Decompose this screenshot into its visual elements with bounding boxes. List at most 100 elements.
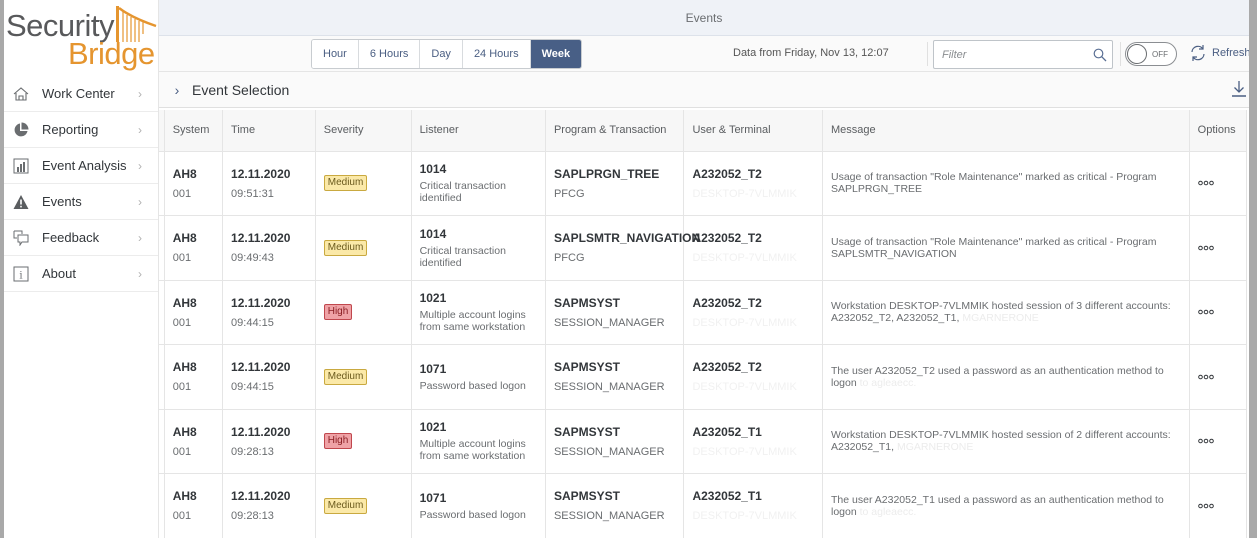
- sidebar-item-label: Event Analysis: [42, 158, 127, 173]
- expand-chevron-icon[interactable]: ›: [162, 82, 192, 98]
- sidebar-item-reporting[interactable]: Reporting ›: [4, 112, 158, 148]
- listener-description: Password based logon: [419, 379, 526, 392]
- search-icon[interactable]: [1088, 48, 1112, 62]
- system-cell: AH8 001: [164, 215, 224, 281]
- system-cell: AH8 001: [164, 409, 224, 474]
- user-cell: A232052_T1 DESKTOP-7VLMMIK: [683, 473, 823, 538]
- event-date: 12.11.2020: [231, 295, 291, 310]
- event-message: The user A232052_T2 used a password as a…: [831, 364, 1164, 389]
- refresh-label: Refresh: [1212, 47, 1251, 59]
- event-message: The user A232052_T1 used a password as a…: [831, 493, 1164, 518]
- column-header-message[interactable]: Message: [822, 110, 1190, 152]
- event-time: 09:49:43: [231, 252, 274, 265]
- table-row[interactable]: AH8 001 12.11.2020 09:44:15 High 1021 Mu…: [159, 280, 1248, 345]
- page-title: Events: [685, 10, 723, 25]
- listener-cell: 1014 Critical transaction identified: [411, 151, 546, 216]
- system-id: AH8: [172, 424, 197, 439]
- time-cell: 12.11.2020 09:28:13: [222, 473, 316, 538]
- more-options-icon[interactable]: [1197, 436, 1214, 447]
- table-row[interactable]: AH8 001 12.11.2020 09:51:31 Medium 1014 …: [159, 151, 1248, 216]
- options-cell: [1189, 215, 1248, 281]
- range-week-button[interactable]: Week: [530, 40, 582, 68]
- more-options-icon[interactable]: [1197, 501, 1214, 512]
- terminal-name: DESKTOP-7VLMMIK: [692, 187, 797, 200]
- program-cell: SAPMSYST SESSION_MANAGER: [545, 473, 685, 538]
- listener-description: Multiple account logins from same workst…: [419, 309, 526, 334]
- sidebar-item-event-analysis[interactable]: Event Analysis ›: [4, 148, 158, 184]
- more-options-icon[interactable]: [1197, 372, 1214, 383]
- listener-description: Critical transaction identified: [419, 244, 506, 269]
- terminal-name: DESKTOP-7VLMMIK: [692, 252, 797, 265]
- chevron-right-icon: ›: [138, 86, 142, 101]
- time-cell: 12.11.2020 09:28:13: [222, 409, 316, 474]
- column-header-time[interactable]: Time: [222, 110, 316, 152]
- more-options-icon[interactable]: [1197, 243, 1214, 254]
- message-cell: Usage of transaction "Role Maintenance" …: [822, 151, 1190, 216]
- listener-cell: 1021 Multiple account logins from same w…: [411, 280, 546, 345]
- system-id: AH8: [172, 360, 197, 375]
- listener-description: Critical transaction identified: [419, 180, 506, 205]
- message-cell: The user A232052_T1 used a password as a…: [822, 473, 1190, 538]
- feedback-icon: [12, 229, 30, 247]
- column-header-severity[interactable]: Severity: [315, 110, 412, 152]
- event-time: 09:44:15: [231, 316, 274, 329]
- client-id: 001: [172, 510, 192, 523]
- table-row[interactable]: AH8 001 12.11.2020 09:28:13 Medium 1071 …: [159, 473, 1248, 538]
- range-day-button[interactable]: Day: [420, 40, 463, 68]
- range-24-hours-button[interactable]: 24 Hours: [462, 40, 531, 68]
- table-row[interactable]: AH8 001 12.11.2020 09:49:43 Medium 1014 …: [159, 215, 1248, 281]
- column-header-system[interactable]: System: [164, 110, 224, 152]
- system-cell: AH8 001: [164, 473, 224, 538]
- logo-text-bridge: Bridge: [68, 36, 155, 71]
- more-options-icon[interactable]: [1197, 307, 1214, 318]
- severity-cell: Medium: [315, 473, 412, 538]
- chevron-right-icon: ›: [138, 194, 142, 209]
- sidebar-item-feedback[interactable]: Feedback ›: [4, 220, 158, 256]
- user-name: A232052_T1: [692, 489, 762, 504]
- table-row[interactable]: AH8 001 12.11.2020 09:28:13 High 1021 Mu…: [159, 409, 1248, 474]
- client-id: 001: [172, 381, 192, 394]
- main-content: Events Hour 6 Hours Day 24 Hours Week Da…: [159, 0, 1251, 538]
- user-name: A232052_T2: [692, 166, 762, 181]
- toggle-knob: [1127, 44, 1147, 64]
- refresh-button[interactable]: Refresh: [1188, 44, 1251, 62]
- more-options-icon[interactable]: [1197, 178, 1214, 189]
- column-header-program[interactable]: Program & Transaction: [545, 110, 685, 152]
- event-date: 12.11.2020: [231, 231, 291, 246]
- chevron-right-icon: ›: [138, 122, 142, 137]
- user-name: A232052_T1: [692, 424, 762, 439]
- download-icon[interactable]: [1231, 80, 1247, 103]
- severity-cell: Medium: [315, 215, 412, 281]
- system-id: AH8: [172, 489, 197, 504]
- range-hour-button[interactable]: Hour: [312, 40, 359, 68]
- user-cell: A232052_T2 DESKTOP-7VLMMIK: [683, 151, 823, 216]
- program-name: SAPLPRGN_TREE: [553, 166, 660, 181]
- event-message: Workstation DESKTOP-7VLMMIK hosted sessi…: [831, 300, 1171, 325]
- sidebar-item-work-center[interactable]: Work Center ›: [4, 76, 158, 112]
- system-id: AH8: [172, 166, 197, 181]
- listener-description: Password based logon: [419, 508, 526, 521]
- pie-chart-icon: [12, 121, 30, 139]
- sidebar-item-events[interactable]: Events ›: [4, 184, 158, 220]
- transaction-code: SESSION_MANAGER: [553, 381, 665, 394]
- sidebar-item-label: Reporting: [42, 122, 99, 137]
- program-cell: SAPMSYST SESSION_MANAGER: [545, 344, 685, 410]
- options-cell: [1189, 409, 1248, 474]
- user-cell: A232052_T2 DESKTOP-7VLMMIK: [683, 344, 823, 410]
- auto-refresh-toggle[interactable]: OFF: [1125, 42, 1177, 66]
- event-message: Usage of transaction "Role Maintenance" …: [831, 171, 1157, 196]
- terminal-name: DESKTOP-7VLMMIK: [692, 381, 797, 394]
- column-header-listener[interactable]: Listener: [411, 110, 546, 152]
- terminal-name: DESKTOP-7VLMMIK: [692, 316, 797, 329]
- window-edge: [1249, 0, 1257, 538]
- system-cell: AH8 001: [164, 151, 224, 216]
- sidebar-item-about[interactable]: i About ›: [4, 256, 158, 292]
- column-header-user[interactable]: User & Terminal: [683, 110, 823, 152]
- event-time: 09:28:13: [231, 510, 274, 523]
- data-from-label: Data from Friday, Nov 13, 12:07: [733, 47, 889, 59]
- filter-input[interactable]: [934, 48, 1088, 61]
- table-row[interactable]: AH8 001 12.11.2020 09:44:15 Medium 1071 …: [159, 344, 1248, 410]
- listener-cell: 1071 Password based logon: [411, 473, 546, 538]
- user-cell: A232052_T2 DESKTOP-7VLMMIK: [683, 280, 823, 345]
- range-6-hours-button[interactable]: 6 Hours: [358, 40, 421, 68]
